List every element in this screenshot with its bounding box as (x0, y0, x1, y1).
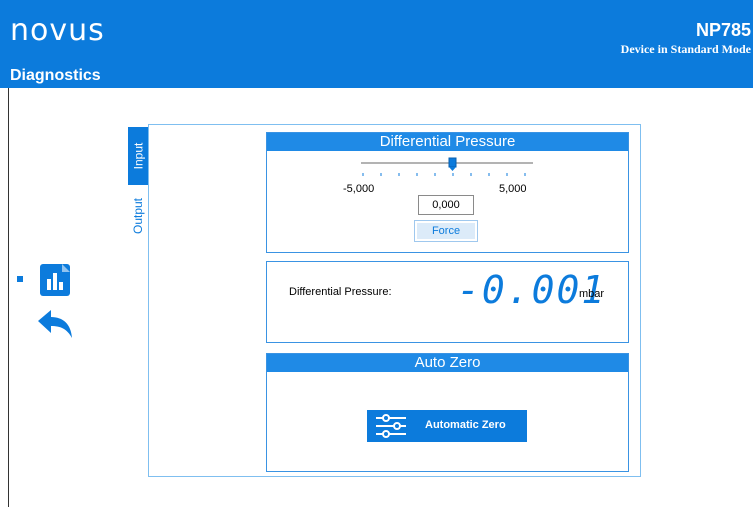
pressure-value-input[interactable] (418, 195, 474, 215)
slider-min-label: -5,000 (343, 183, 375, 195)
app-header: novus Diagnostics NP785 Device in Standa… (0, 0, 753, 88)
back-arrow-icon[interactable] (36, 308, 74, 340)
force-button[interactable]: Force (414, 220, 478, 242)
reading-label: Differential Pressure: (289, 286, 392, 298)
active-indicator (17, 276, 23, 282)
pressure-slider[interactable] (357, 157, 537, 181)
tab-input[interactable]: Input (128, 127, 148, 185)
tab-output-label: Output (131, 197, 145, 235)
novus-logo: novus (10, 13, 105, 48)
slider-max-label: 5,000 (499, 183, 527, 195)
auto-zero-card: Auto Zero Automatic Zero (266, 353, 629, 472)
page-title: Diagnostics (10, 67, 101, 84)
card-title: Auto Zero (267, 354, 628, 372)
device-mode: Device in Standard Mode (620, 42, 751, 56)
tab-input-label: Input (131, 142, 146, 170)
slider-thumb[interactable] (448, 157, 457, 171)
left-border-line (8, 88, 9, 507)
tab-output[interactable]: Output (128, 185, 148, 247)
reading-unit: mbar (579, 288, 605, 300)
sliders-icon (376, 414, 406, 438)
automatic-zero-label: Automatic Zero (425, 419, 506, 431)
chart-icon[interactable] (40, 264, 70, 296)
differential-pressure-control-card: Differential Pressure -5,000 5,000 Force (266, 132, 629, 253)
pressure-reading-card: Differential Pressure: -0.001 mbar (266, 261, 629, 343)
automatic-zero-button[interactable]: Automatic Zero (367, 410, 527, 442)
card-title: Differential Pressure (267, 133, 628, 151)
device-model: NP785 (695, 20, 751, 40)
